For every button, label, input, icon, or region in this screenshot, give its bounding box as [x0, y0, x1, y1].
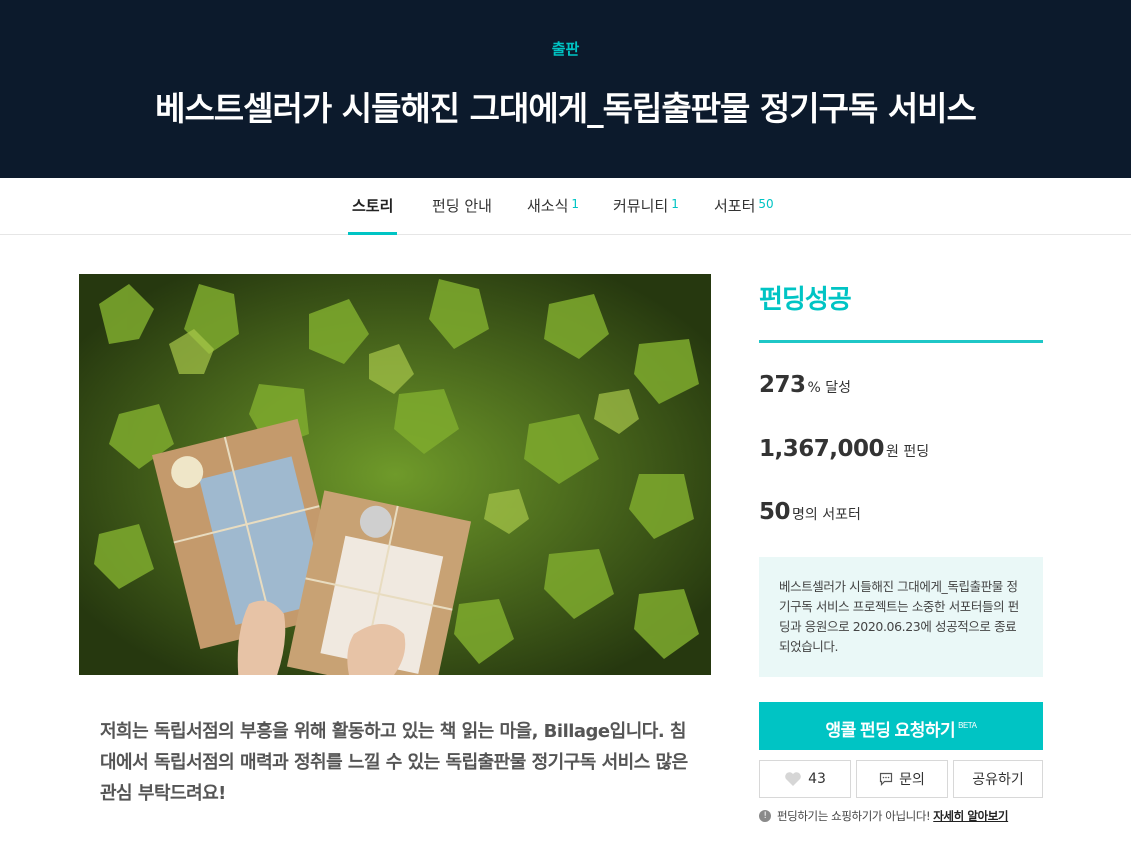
learn-more-link[interactable]: 자세히 알아보기 — [933, 808, 1008, 824]
funding-footnote: ! 펀딩하기는 쇼핑하기가 아닙니다! 자세히 알아보기 — [759, 808, 1043, 824]
tab-story[interactable]: 스토리 — [347, 178, 398, 235]
project-header: 출판 베스트셀러가 시들해진 그대에게_독립출판물 정기구독 서비스 — [0, 0, 1131, 178]
share-button[interactable]: 공유하기 — [953, 760, 1043, 798]
heart-icon — [784, 771, 802, 787]
category-label[interactable]: 출판 — [0, 38, 1131, 59]
tab-label: 새소식 — [527, 197, 569, 215]
tab-supporters[interactable]: 서포터 50 — [714, 178, 774, 235]
tab-count: 1 — [571, 197, 580, 211]
like-button[interactable]: 43 — [759, 760, 851, 798]
stat-unit: % 달성 — [807, 380, 852, 396]
tab-label: 스토리 — [352, 197, 394, 215]
speech-bubble-icon — [879, 772, 893, 786]
inquiry-label: 문의 — [899, 772, 925, 788]
stat-supporters: 50 명의 서포터 — [759, 499, 861, 525]
stat-value: 1,367,000 — [759, 436, 885, 462]
tab-community[interactable]: 커뮤니티 1 — [613, 178, 679, 235]
tab-count: 1 — [671, 197, 679, 211]
stat-value: 50 — [759, 499, 791, 525]
funding-status: 펀딩성공 — [759, 285, 852, 315]
like-count: 43 — [808, 771, 826, 787]
stat-value: 273 — [759, 372, 806, 398]
tab-label: 커뮤니티 — [613, 197, 669, 215]
tab-count: 50 — [758, 197, 774, 211]
project-main-image — [79, 274, 711, 675]
funding-complete-notice: 베스트셀러가 시들해진 그대에게_독립출판물 정기구독 서비스 프로젝트는 소중… — [759, 557, 1043, 677]
tab-label: 서포터 — [714, 197, 756, 215]
encore-funding-button[interactable]: 앵콜 펀딩 요청하기 BETA — [759, 702, 1043, 750]
share-label: 공유하기 — [972, 772, 1024, 788]
stat-unit: 명의 서포터 — [792, 507, 861, 523]
tab-news[interactable]: 새소식 1 — [527, 178, 579, 235]
project-intro: 저희는 독립서점의 부흥을 위해 활동하고 있는 책 읽는 마을, Billag… — [100, 721, 688, 804]
footnote-text: 펀딩하기는 쇼핑하기가 아닙니다! — [777, 809, 931, 823]
project-title: 베스트셀러가 시들해진 그대에게_독립출판물 정기구독 서비스 — [155, 89, 977, 128]
inquiry-button[interactable]: 문의 — [856, 760, 948, 798]
stat-unit: 원 펀딩 — [886, 444, 930, 460]
tab-label: 펀딩 안내 — [432, 197, 492, 215]
info-icon: ! — [759, 810, 771, 822]
tab-funding-info[interactable]: 펀딩 안내 — [432, 178, 492, 235]
stat-percent: 273% 달성 — [759, 372, 851, 398]
project-tabs: 스토리 펀딩 안내 새소식 1 커뮤니티 1 서포터 50 — [0, 178, 1131, 235]
encore-button-label: 앵콜 펀딩 요청하기 — [825, 721, 956, 740]
beta-badge: BETA — [958, 721, 977, 730]
stat-amount: 1,367,000 원 펀딩 — [759, 436, 929, 462]
progress-bar — [759, 340, 1043, 343]
